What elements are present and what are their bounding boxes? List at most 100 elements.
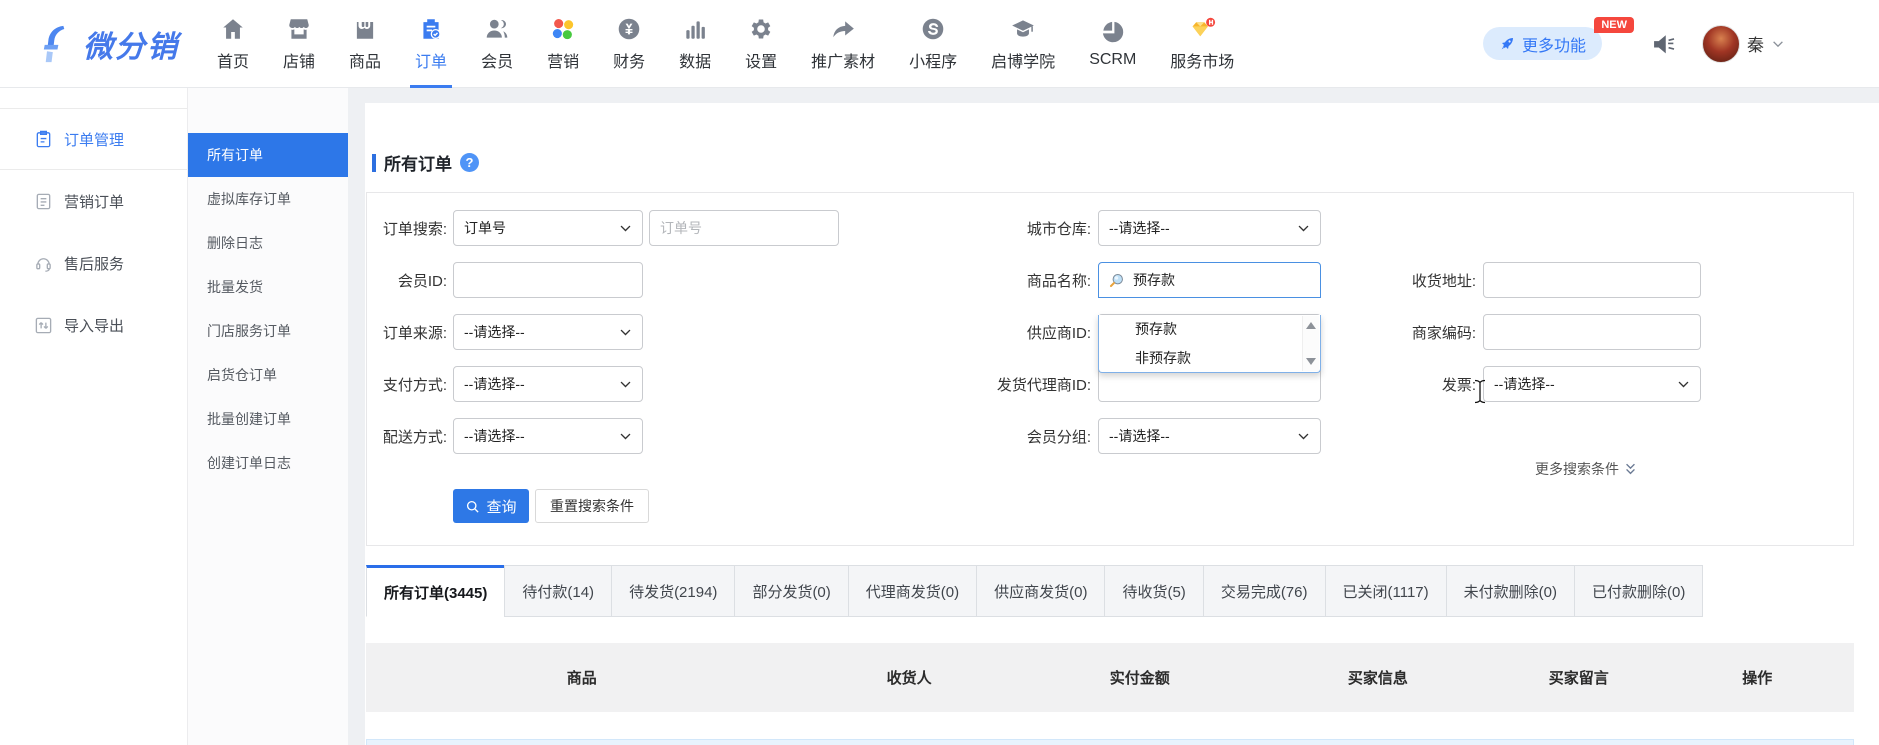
- submenu-item-batch-create-orders[interactable]: 批量创建订单: [188, 397, 348, 441]
- merchant-code-input[interactable]: [1483, 314, 1701, 350]
- nav-item-promo-materials[interactable]: 推广素材: [811, 0, 875, 88]
- nav-item-settings[interactable]: 设置: [745, 0, 777, 88]
- tab-unpaid-deleted[interactable]: 未付款删除(0): [1446, 565, 1575, 617]
- order-source-select[interactable]: --请选择--: [453, 314, 643, 350]
- nav-item-academy[interactable]: 启博学院: [991, 0, 1055, 88]
- bar-chart-icon: [682, 16, 709, 43]
- sidebar-item-order-management[interactable]: 订单管理: [0, 108, 187, 170]
- shipping-method-select[interactable]: --请选择--: [453, 418, 643, 454]
- submenu: 所有订单 虚拟库存订单 删除日志 批量发货 门店服务订单 启货仓订单 批量创建订…: [188, 88, 348, 745]
- gem-icon: [1189, 16, 1216, 43]
- member-group-select[interactable]: --请选择--: [1098, 418, 1321, 454]
- payment-method-select[interactable]: --请选择--: [453, 366, 643, 402]
- scroll-down-arrow-icon[interactable]: [1306, 358, 1316, 365]
- dropdown-scrollbar[interactable]: [1302, 316, 1319, 371]
- tab-partial-shipment[interactable]: 部分发货(0): [734, 565, 848, 617]
- submenu-item-batch-shipping[interactable]: 批量发货: [188, 265, 348, 309]
- clipboard-list-icon: [34, 130, 53, 149]
- rocket-icon: [1499, 36, 1515, 52]
- nav-item-marketing[interactable]: 营销: [547, 0, 579, 88]
- submenu-item-create-order-log[interactable]: 创建订单日志: [188, 441, 348, 485]
- column-header-paid-amount: 实付金额: [1021, 667, 1259, 688]
- sidebar-item-import-export[interactable]: 导入导出: [0, 294, 187, 356]
- member-id-label: 会员ID:: [367, 270, 447, 291]
- city-warehouse-label: 城市仓库:: [843, 218, 1091, 239]
- marketing-dots-icon: [550, 16, 577, 43]
- submenu-item-virtual-stock-orders[interactable]: 虚拟库存订单: [188, 177, 348, 221]
- order-status-tabs: 所有订单(3445) 待付款(14) 待发货(2194) 部分发货(0) 代理商…: [366, 565, 1703, 617]
- chevron-down-icon: [1297, 222, 1310, 235]
- product-name-input[interactable]: 预存款: [1098, 262, 1321, 298]
- column-header-buyer-info: 买家信息: [1259, 667, 1497, 688]
- nav-item-service-market[interactable]: 服务市场: [1170, 0, 1234, 88]
- nav-item-members[interactable]: 会员: [481, 0, 513, 88]
- chevron-down-icon: [619, 430, 632, 443]
- nav-item-data[interactable]: 数据: [679, 0, 711, 88]
- nav-item-shop[interactable]: 店铺: [283, 0, 315, 88]
- title-accent-bar: [372, 154, 376, 172]
- main-nav: 首页 店铺 商品 订单 会员 营销 财务 数据: [217, 0, 1234, 88]
- chevron-down-icon: [1771, 37, 1785, 51]
- search-lens-icon: [1108, 272, 1125, 289]
- nav-item-products[interactable]: 商品: [349, 0, 381, 88]
- tab-paid-deleted[interactable]: 已付款删除(0): [1574, 565, 1703, 617]
- search-form: 订单搜索: 订单号 城市仓库: --请选择-- 会员ID: 商品名称: 预存款: [366, 192, 1854, 546]
- speaker-icon[interactable]: [1650, 30, 1678, 58]
- storefront-icon: [286, 16, 313, 43]
- invoice-select[interactable]: --请选择--: [1483, 366, 1701, 402]
- brand-logo-icon: [40, 24, 74, 64]
- new-badge: NEW: [1594, 17, 1634, 33]
- nav-item-finance[interactable]: 财务: [613, 0, 645, 88]
- tab-agent-shipped[interactable]: 代理商发货(0): [848, 565, 977, 617]
- tab-pending-payment[interactable]: 待付款(14): [504, 565, 612, 617]
- nav-item-mini-program[interactable]: 小程序: [909, 0, 957, 88]
- home-icon: [220, 16, 247, 43]
- users-icon: [484, 16, 511, 43]
- double-chevron-down-icon: [1624, 462, 1637, 476]
- brand-logo[interactable]: 微分销: [40, 22, 179, 66]
- member-id-input[interactable]: [453, 262, 643, 298]
- submenu-item-delete-log[interactable]: 删除日志: [188, 221, 348, 265]
- tab-closed[interactable]: 已关闭(1117): [1325, 565, 1447, 617]
- tab-completed[interactable]: 交易完成(76): [1203, 565, 1326, 617]
- chevron-down-icon: [619, 222, 632, 235]
- sidebar-item-marketing-orders[interactable]: 营销订单: [0, 170, 187, 232]
- tab-all-orders[interactable]: 所有订单(3445): [366, 565, 505, 617]
- tab-pending-shipment[interactable]: 待发货(2194): [611, 565, 735, 617]
- help-icon[interactable]: ?: [460, 153, 479, 172]
- nav-item-scrm[interactable]: SCRM: [1089, 0, 1136, 88]
- tab-supplier-shipped[interactable]: 供应商发货(0): [976, 565, 1105, 617]
- shipping-address-label: 收货地址:: [1321, 270, 1476, 291]
- submenu-item-store-service-orders[interactable]: 门店服务订单: [188, 309, 348, 353]
- column-header-buyer-message: 买家留言: [1497, 667, 1661, 688]
- gear-icon: [748, 16, 775, 43]
- chevron-down-icon: [619, 326, 632, 339]
- column-header-consignee: 收货人: [798, 667, 1021, 688]
- order-search-type-select[interactable]: 订单号: [453, 210, 643, 246]
- submenu-item-qibo-warehouse-orders[interactable]: 启货仓订单: [188, 353, 348, 397]
- user-menu[interactable]: 秦: [1702, 25, 1785, 63]
- page-title-row: 所有订单 ?: [372, 150, 479, 175]
- submenu-item-all-orders[interactable]: 所有订单: [188, 133, 348, 177]
- dropdown-option-prepaid[interactable]: 预存款: [1099, 315, 1320, 344]
- dropdown-option-non-prepaid[interactable]: 非预存款: [1099, 344, 1320, 373]
- tab-pending-receipt[interactable]: 待收货(5): [1104, 565, 1203, 617]
- brand-name: 微分销: [83, 22, 179, 66]
- reset-search-button[interactable]: 重置搜索条件: [535, 489, 649, 523]
- sidebar-item-after-sales[interactable]: 售后服务: [0, 232, 187, 294]
- city-warehouse-select[interactable]: --请选择--: [1098, 210, 1321, 246]
- product-suggest-dropdown: 预存款 非预存款: [1098, 315, 1321, 373]
- more-search-conditions-link[interactable]: 更多搜索条件: [1535, 459, 1637, 479]
- nav-item-home[interactable]: 首页: [217, 0, 249, 88]
- scroll-up-arrow-icon[interactable]: [1306, 322, 1316, 329]
- orders-table-header: 商品 收货人 实付金额 买家信息 买家留言 操作: [366, 643, 1854, 712]
- text-cursor: [1473, 379, 1487, 404]
- form-row-1: 订单搜索: 订单号 城市仓库: --请选择--: [367, 210, 1853, 246]
- nav-item-orders[interactable]: 订单: [415, 0, 447, 88]
- shipping-address-input[interactable]: [1483, 262, 1701, 298]
- import-export-icon: [34, 316, 53, 335]
- more-features-button[interactable]: 更多功能 NEW: [1483, 27, 1602, 60]
- order-number-input[interactable]: [649, 210, 839, 246]
- search-button[interactable]: 查询: [453, 489, 529, 523]
- order-source-label: 订单来源:: [367, 322, 447, 343]
